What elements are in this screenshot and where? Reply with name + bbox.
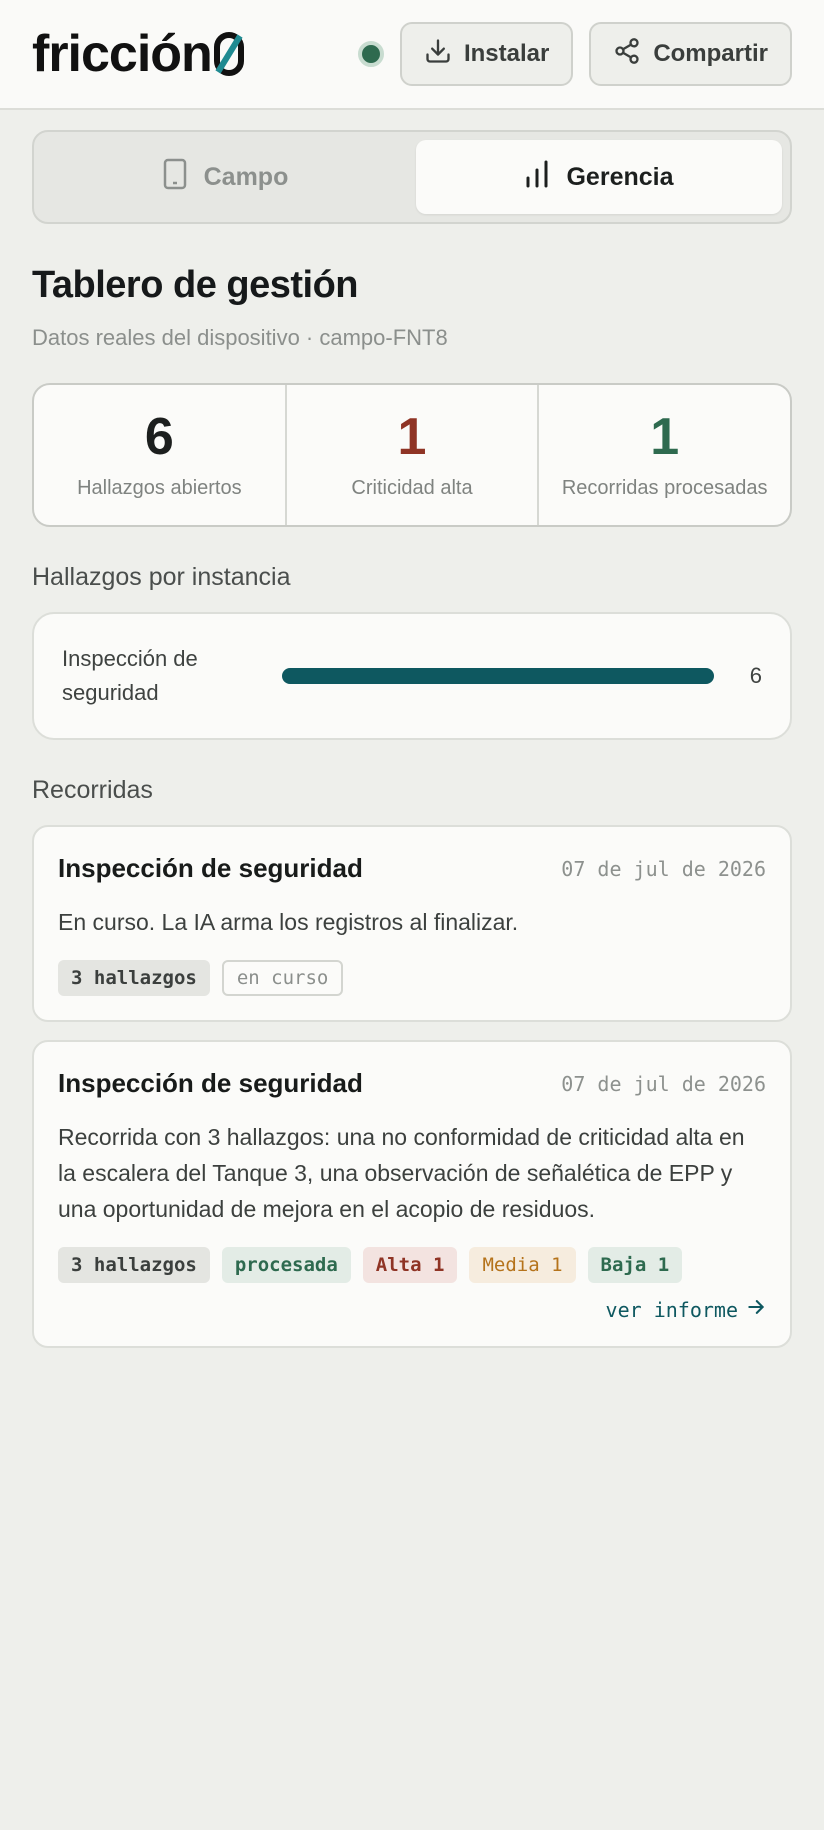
install-label: Instalar bbox=[463, 40, 550, 67]
criticality-high-badge: Alta 1 bbox=[362, 1247, 458, 1283]
stat-value: 6 bbox=[144, 407, 174, 466]
logo-text: fricción bbox=[32, 25, 213, 83]
section-title-tours: Recorridas bbox=[32, 776, 153, 804]
share-button[interactable]: Compartir bbox=[589, 22, 792, 86]
tab-gerencia-label: Gerencia bbox=[566, 162, 674, 191]
download-icon bbox=[424, 37, 452, 72]
tab-campo[interactable]: Campo bbox=[42, 140, 408, 214]
tour-card[interactable]: Inspección de seguridad 07 de jul de 202… bbox=[32, 825, 792, 1022]
instance-label: Inspección de seguridad bbox=[62, 646, 198, 705]
tour-card[interactable]: Inspección de seguridad 07 de jul de 202… bbox=[32, 1040, 792, 1348]
share-icon bbox=[613, 37, 641, 72]
criticality-low-badge: Baja 1 bbox=[587, 1247, 683, 1283]
instance-bar-track bbox=[282, 668, 714, 684]
view-report-link[interactable]: ver informe bbox=[58, 1297, 766, 1322]
view-report-label: ver informe bbox=[605, 1297, 738, 1322]
install-button[interactable]: Instalar bbox=[399, 22, 574, 86]
status-badge: procesada bbox=[221, 1247, 351, 1283]
tab-gerencia[interactable]: Gerencia bbox=[416, 140, 782, 214]
stats-panel: 6 Hallazgos abiertos 1 Criticidad alta 1… bbox=[32, 383, 792, 527]
findings-count-badge: 3 hallazgos bbox=[58, 1247, 210, 1283]
stat-label: Criticidad alta bbox=[351, 476, 473, 499]
stat-label: Recorridas procesadas bbox=[561, 476, 768, 499]
view-switcher: Campo Gerencia bbox=[32, 130, 792, 224]
instance-bar-card: Inspección de seguridad 6 bbox=[32, 612, 792, 740]
tour-description: En curso. La IA arma los registros al fi… bbox=[58, 909, 519, 935]
arrow-right-icon bbox=[746, 1297, 766, 1322]
tour-date: 07 de jul de 2026 bbox=[561, 856, 766, 881]
tour-date: 07 de jul de 2026 bbox=[561, 1071, 766, 1096]
app-header: fricción Instalar Compartir bbox=[0, 0, 824, 110]
tour-chips: 3 hallazgos en curso bbox=[58, 960, 766, 996]
status-badge: en curso bbox=[221, 960, 344, 996]
app-logo[interactable]: fricción bbox=[32, 24, 244, 84]
share-label: Compartir bbox=[653, 40, 768, 67]
criticality-medium-badge: Media 1 bbox=[469, 1247, 576, 1283]
section-title-findings: Hallazgos por instancia bbox=[32, 563, 291, 591]
stat-label: Hallazgos abiertos bbox=[77, 476, 242, 499]
tab-campo-label: Campo bbox=[203, 162, 289, 191]
phone-icon bbox=[162, 158, 188, 197]
page-title: Tablero de gestión bbox=[32, 264, 359, 306]
instance-bar-fill bbox=[282, 668, 714, 684]
stat-value: 1 bbox=[397, 407, 427, 466]
stat-high-criticality: 1 Criticidad alta bbox=[284, 385, 538, 525]
stat-open-findings: 6 Hallazgos abiertos bbox=[34, 385, 285, 525]
bar-chart-icon bbox=[524, 160, 550, 195]
stat-processed-tours: 1 Recorridas procesadas bbox=[537, 385, 790, 525]
tour-title: Inspección de seguridad bbox=[58, 853, 363, 883]
stat-value: 1 bbox=[650, 407, 680, 466]
sync-status-indicator bbox=[357, 41, 384, 67]
tour-chips: 3 hallazgos procesada Alta 1 Media 1 Baj… bbox=[58, 1247, 766, 1283]
tour-title: Inspección de seguridad bbox=[58, 1068, 363, 1098]
page-subtitle: Datos reales del dispositivo · campo-FNT… bbox=[32, 325, 448, 350]
instance-count: 6 bbox=[749, 663, 762, 688]
findings-count-badge: 3 hallazgos bbox=[58, 960, 210, 996]
tour-description: Recorrida con 3 hallazgos: una no confor… bbox=[58, 1124, 745, 1222]
logo-zero-mark bbox=[213, 32, 244, 76]
